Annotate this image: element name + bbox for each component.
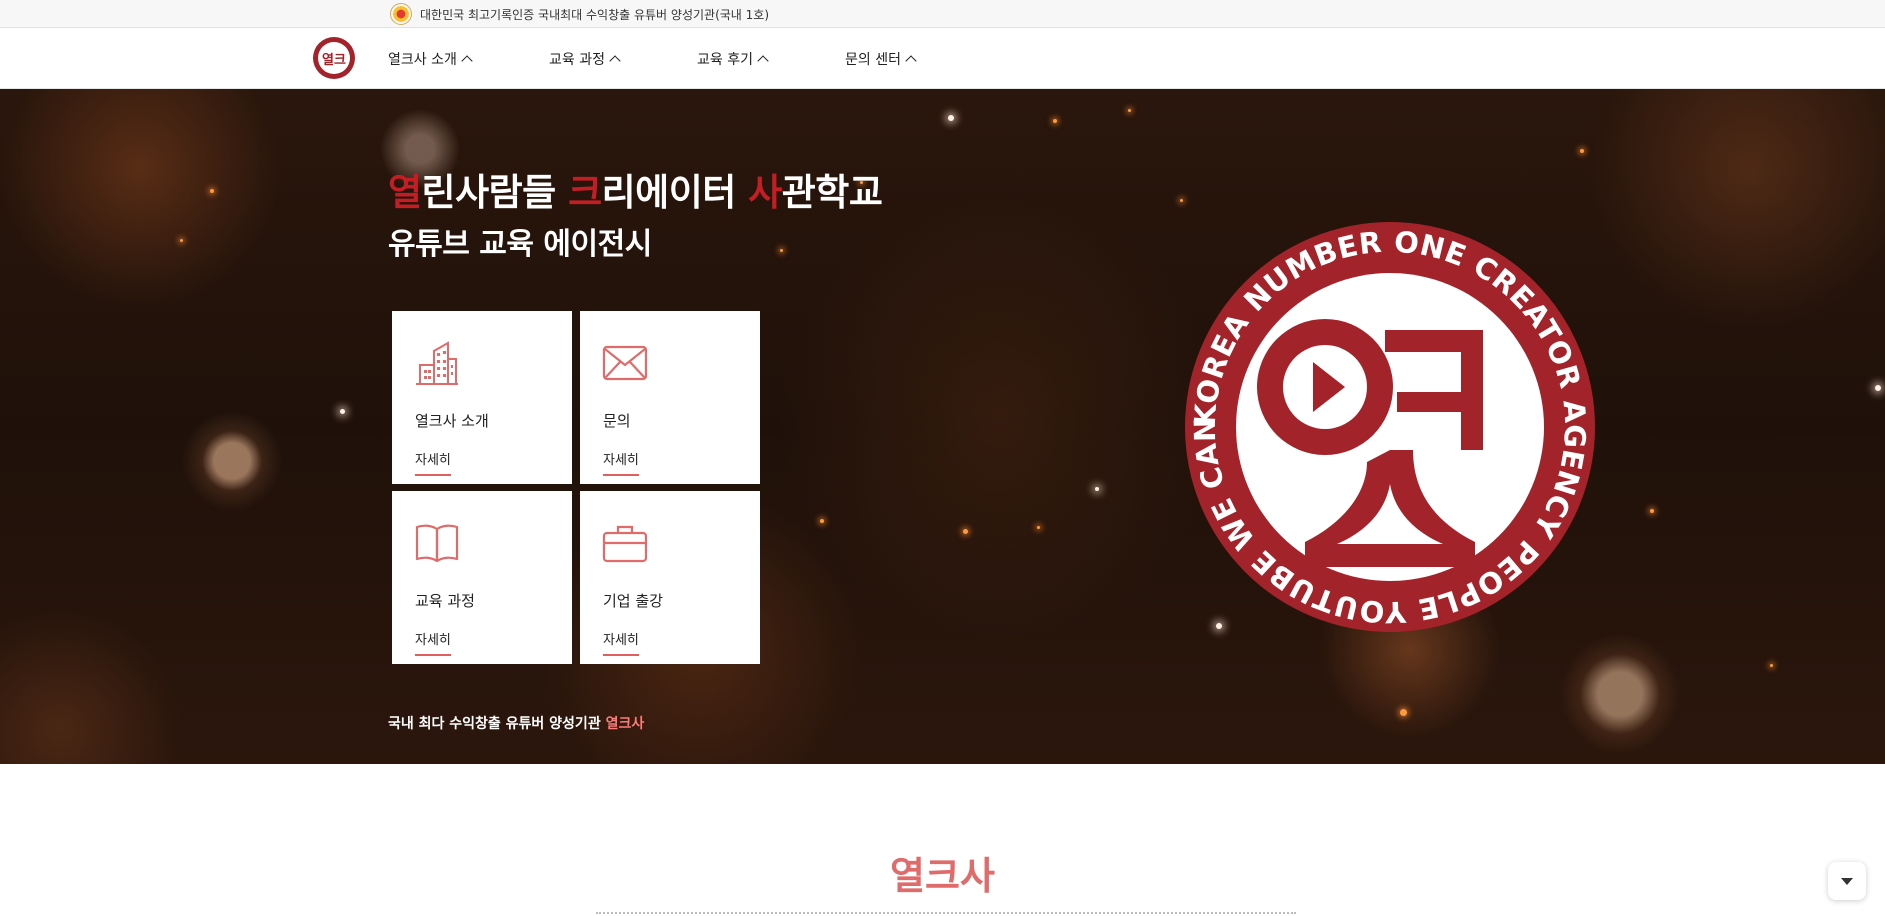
title-accent-char: 열 (388, 171, 422, 214)
section-title: 열크사 (890, 854, 995, 898)
title-segment: 린사람들 (421, 171, 569, 214)
card-label: 교육 과정 (415, 592, 475, 610)
card-more-link[interactable]: 자세히 (603, 449, 639, 476)
card-more-link[interactable]: 자세히 (415, 629, 451, 656)
caret-down-icon (1841, 877, 1853, 885)
tagline-accent: 열크사 (605, 716, 645, 732)
book-icon (415, 524, 459, 563)
card-about[interactable]: 열크사 소개 자세히 (392, 311, 572, 484)
main-nav: 열크 열크사 소개 교육 과정 교육 후기 문의 센터 (0, 28, 1885, 89)
certification-emblem-icon (390, 3, 412, 25)
sparkle (1128, 109, 1131, 112)
building-icon (416, 341, 458, 385)
chevron-up-icon (757, 55, 769, 67)
sparkle (1180, 199, 1183, 202)
chevron-up-icon (609, 55, 621, 67)
sparkle (340, 409, 345, 414)
sparkle (180, 239, 183, 242)
hero-subtitle: 유튜브 교육 에이전시 (388, 227, 652, 262)
tagline-text: 국내 최다 수익창출 유튜버 양성기관 (388, 716, 606, 732)
nav-item-label: 교육 과정 (549, 51, 605, 68)
sparkle (1580, 149, 1584, 153)
card-label: 기업 출강 (603, 592, 663, 610)
title-accent-char: 사 (748, 171, 782, 214)
nav-item-courses[interactable]: 교육 과정 (549, 28, 621, 89)
sparkle (820, 519, 824, 523)
scroll-down-button[interactable] (1828, 862, 1866, 900)
nav-item-label: 문의 센터 (845, 51, 901, 68)
sparkle (1053, 119, 1057, 123)
title-accent-char: 크 (568, 171, 602, 214)
chevron-up-icon (461, 55, 473, 67)
creator-agency-badge: KOREA NUMBER ONE CREATOR AGENCY PEOPLE Y… (1185, 222, 1595, 632)
card-label: 문의 (603, 412, 631, 430)
card-label: 열크사 소개 (415, 412, 489, 430)
nav-item-about[interactable]: 열크사 소개 (388, 28, 473, 89)
sparkle (1650, 509, 1654, 513)
nav-item-label: 열크사 소개 (388, 51, 457, 68)
logo-mark: 열크 (318, 42, 350, 74)
hero-banner: 열린사람들 크리에이터 사관학교 유튜브 교육 에이전시 열크사 소개 자세히 (0, 89, 1885, 764)
card-more-link[interactable]: 자세히 (415, 449, 451, 476)
sparkle (1037, 526, 1040, 529)
briefcase-icon (602, 525, 648, 563)
sparkle (780, 249, 783, 252)
card-corporate-lecture[interactable]: 기업 출강 자세히 (580, 491, 760, 664)
nav-item-reviews[interactable]: 교육 후기 (697, 28, 769, 89)
card-more-link[interactable]: 자세히 (603, 629, 639, 656)
site-logo[interactable]: 열크 (313, 37, 355, 79)
notice-text: 대한민국 최고기록인증 국내최대 수익창출 유튜버 양성기관(국내 1호) (420, 7, 770, 22)
title-segment: 관학교 (781, 171, 883, 214)
envelope-icon (602, 345, 648, 381)
sparkle (1095, 487, 1099, 491)
section-subtitle-placeholder (596, 912, 1296, 916)
card-courses[interactable]: 교육 과정 자세히 (392, 491, 572, 664)
nav-item-label: 교육 후기 (697, 51, 753, 68)
sparkle (210, 189, 214, 193)
title-segment: 리에이터 (601, 171, 749, 214)
hero-title: 열린사람들 크리에이터 사관학교 (388, 162, 883, 216)
top-notice-bar: 대한민국 최고기록인증 국내최대 수익창출 유튜버 양성기관(국내 1호) (0, 0, 1885, 28)
notice: 대한민국 최고기록인증 국내최대 수익창출 유튜버 양성기관(국내 1호) (390, 0, 769, 28)
sparkle (963, 529, 968, 534)
nav-item-contact[interactable]: 문의 센터 (845, 28, 917, 89)
sparkle (1400, 709, 1407, 716)
sparkle (948, 115, 954, 121)
sparkle (1770, 664, 1773, 667)
chevron-up-icon (905, 55, 917, 67)
hero-tagline: 국내 최다 수익창출 유튜버 양성기관 열크사 (388, 713, 644, 733)
sparkle (1875, 385, 1881, 391)
card-contact[interactable]: 문의 자세히 (580, 311, 760, 484)
